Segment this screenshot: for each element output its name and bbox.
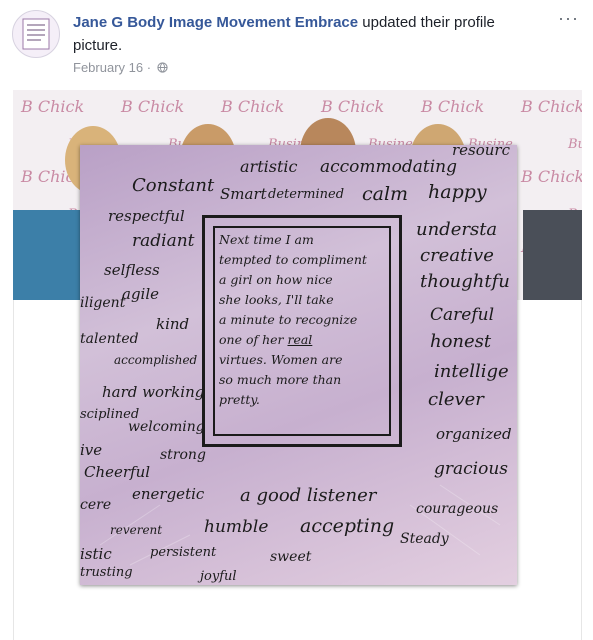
word-accepting: accepting <box>300 515 395 537</box>
word-understanding: understa <box>416 219 498 240</box>
word-talented: talented <box>80 331 139 347</box>
word-smart: Smart <box>220 185 267 203</box>
quote-text: Next time I am tempted to compliment a g… <box>219 232 367 407</box>
word-sweet: sweet <box>270 549 312 565</box>
post-header: Jane G Body Image Movement Embrace updat… <box>0 0 593 90</box>
word-clever: clever <box>428 389 484 410</box>
post-date[interactable]: February 16 <box>73 60 143 75</box>
word-resourceful: resourc <box>452 145 511 159</box>
word-realistic: istic <box>80 545 112 563</box>
word-accommodating: accommodating <box>320 157 458 177</box>
word-radiant: radiant <box>132 231 195 251</box>
word-calm: calm <box>362 183 409 205</box>
word-careful: Careful <box>430 305 495 325</box>
word-good-listener: a good listener <box>240 485 377 506</box>
word-joyful: joyful <box>200 569 237 584</box>
profile-avatar[interactable] <box>12 10 60 58</box>
word-sincere: cere <box>80 497 112 513</box>
word-persistent: persistent <box>150 545 217 560</box>
word-honest: honest <box>430 331 492 352</box>
word-energetic: energetic <box>132 485 205 503</box>
word-happy: happy <box>428 181 487 203</box>
word-artistic: artistic <box>240 157 298 176</box>
word-respectful: respectful <box>108 207 185 225</box>
post-meta: February 16 · <box>73 60 168 76</box>
post-title: Jane G Body Image Movement Embrace updat… <box>73 11 543 57</box>
word-accomplished: accomplished <box>114 353 198 367</box>
word-steady: Steady <box>400 531 449 547</box>
globe-icon[interactable] <box>157 61 168 76</box>
word-trusting: trusting <box>80 565 133 580</box>
word-intelligent: intellige <box>434 361 509 382</box>
word-thoughtful: thoughtfu <box>420 271 510 292</box>
word-organized: organized <box>436 425 512 443</box>
word-humble: humble <box>204 517 269 537</box>
word-creative: creative <box>420 245 494 266</box>
word-cheerful: Cheerful <box>84 463 151 481</box>
word-hard-working: hard working <box>102 383 205 401</box>
word-kind: kind <box>156 315 190 333</box>
profile-picture[interactable]: artistic accommodating resourc Constant … <box>80 145 517 585</box>
word-supportive: ive <box>80 441 103 459</box>
word-reverent: reverent <box>110 523 163 537</box>
word-determined: determined <box>268 187 345 202</box>
word-diligent: iligent <box>80 295 126 311</box>
word-constant: Constant <box>132 175 215 196</box>
word-gracious: gracious <box>434 459 509 479</box>
word-selfless: selfless <box>104 261 160 279</box>
more-icon[interactable]: ··· <box>558 8 579 29</box>
word-agile: agile <box>122 285 160 303</box>
quote-frame: Next time I am tempted to compliment a g… <box>202 215 402 447</box>
word-strong: strong <box>160 447 206 463</box>
word-courageous: courageous <box>416 501 499 517</box>
word-welcoming: welcoming <box>128 419 205 435</box>
author-link[interactable]: Jane G Body Image Movement Embrace <box>73 14 358 31</box>
